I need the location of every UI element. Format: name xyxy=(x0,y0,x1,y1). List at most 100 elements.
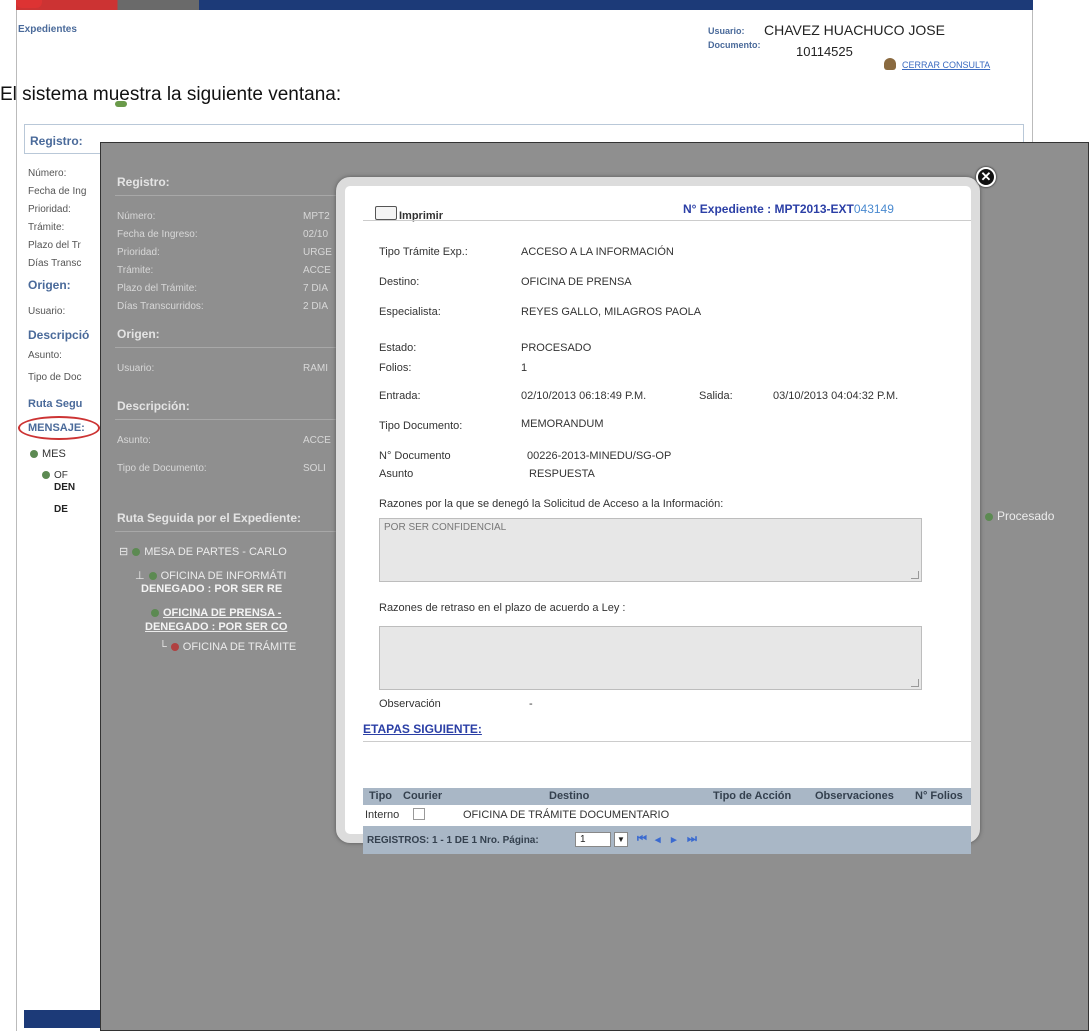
mid-field-value: ACCE xyxy=(303,265,331,276)
route-tree-status: DENEGADO : POR SER RE xyxy=(141,583,283,595)
estado-value: PROCESADO xyxy=(521,342,592,354)
mid-registro-title: Registro: xyxy=(117,175,170,189)
divider xyxy=(115,419,345,420)
mid-origen-title: Origen: xyxy=(117,327,160,341)
n-doc-label: N° Documento xyxy=(379,450,451,462)
status-dot-icon xyxy=(42,471,50,480)
procesado-legend: Procesado xyxy=(985,509,1054,523)
doc-number: 10114525 xyxy=(796,44,853,59)
status-dot-icon xyxy=(985,512,993,521)
tipo-doc-value: MEMORANDUM xyxy=(521,418,604,430)
status-dot-icon xyxy=(132,548,141,557)
mid-tipo-doc-value: SOLI xyxy=(303,463,326,474)
destino-label: Destino: xyxy=(379,276,420,288)
razones-label: Razones por la que se denegó la Solicitu… xyxy=(379,498,724,510)
leaf-icon xyxy=(115,101,127,107)
close-icon[interactable]: ✕ xyxy=(976,167,996,187)
resize-grip-icon[interactable] xyxy=(911,679,919,687)
user-label: Usuario: xyxy=(708,26,745,36)
route-tree-status: DENEGADO : POR SER CO xyxy=(145,621,288,633)
top-banner xyxy=(16,0,1033,10)
back-tipo-doc-label: Tipo de Doc xyxy=(28,372,82,383)
asunto-value: RESPUESTA xyxy=(529,468,595,480)
prev-page-icon[interactable]: ◂ xyxy=(655,833,661,846)
col-courier: Courier xyxy=(403,790,443,802)
back-asunto-label: Asunto: xyxy=(28,350,62,361)
retraso-textarea[interactable] xyxy=(379,626,922,690)
mid-tipo-doc-label: Tipo de Documento: xyxy=(117,463,207,474)
next-page-icon[interactable]: ▸ xyxy=(671,833,677,846)
destino-value: OFICINA DE PRENSA xyxy=(521,276,632,288)
back-registro-title: Registro: xyxy=(30,134,83,148)
mid-asunto-label: Asunto: xyxy=(117,435,151,446)
user-name: CHAVEZ HUACHUCO JOSE xyxy=(764,22,945,38)
back-tree-item: DE xyxy=(54,504,68,515)
caption-text: El sistema muestra la siguiente ventana: xyxy=(0,84,342,105)
back-field: Días Transc xyxy=(28,258,82,269)
last-page-icon[interactable]: ⏭ xyxy=(687,833,697,846)
row-destino: OFICINA DE TRÁMITE DOCUMENTARIO xyxy=(463,809,670,821)
razones-textarea[interactable]: POR SER CONFIDENCIAL xyxy=(379,518,922,582)
chevron-down-icon[interactable]: ▼ xyxy=(614,832,628,847)
entrada-value: 02/10/2013 06:18:49 P.M. xyxy=(521,390,647,402)
mid-field-value: MPT2 xyxy=(303,211,330,222)
table-row: Interno OFICINA DE TRÁMITE DOCUMENTARIO xyxy=(363,806,971,824)
col-tipo-accion: Tipo de Acción xyxy=(713,790,792,802)
mid-usuario-value: RAMI xyxy=(303,363,328,374)
divider xyxy=(363,741,971,742)
pager-text: REGISTROS: 1 - 1 DE 1 Nro. Página: xyxy=(367,835,539,846)
divider xyxy=(363,220,971,221)
observacion-label: Observación xyxy=(379,698,441,710)
back-mensaje-label[interactable]: MENSAJE: xyxy=(28,422,85,434)
salida-label: Salida: xyxy=(699,390,733,402)
salida-value: 03/10/2013 04:04:32 P.M. xyxy=(773,390,899,402)
folios-label: Folios: xyxy=(379,362,412,374)
resize-grip-icon[interactable] xyxy=(911,571,919,579)
back-field: Número: xyxy=(28,168,67,179)
col-destino: Destino xyxy=(549,790,590,802)
status-dot-icon xyxy=(151,609,159,618)
courier-checkbox[interactable] xyxy=(413,808,425,820)
app-title: Expedientes xyxy=(18,24,77,35)
back-tree-item: OF xyxy=(42,470,68,481)
route-tree-item[interactable]: ⊟ MESA DE PARTES - CARLO xyxy=(119,545,287,558)
footer-bar xyxy=(24,1010,104,1028)
mid-field-label: Fecha de Ingreso: xyxy=(117,229,198,240)
estado-label: Estado: xyxy=(379,342,417,354)
doc-label: Documento: xyxy=(708,40,761,50)
mid-field-label: Días Transcurridos: xyxy=(117,301,204,312)
table-header: Tipo Courier Destino Tipo de Acción Obse… xyxy=(363,788,971,805)
divider xyxy=(115,195,345,196)
status-dot-icon xyxy=(148,572,157,581)
col-folios: N° Folios xyxy=(915,790,963,802)
mid-ruta-title: Ruta Seguida por el Expediente: xyxy=(117,511,302,525)
back-origen-title: Origen: xyxy=(28,278,71,292)
mid-field-label: Número: xyxy=(117,211,156,222)
row-tipo: Interno xyxy=(365,809,400,821)
route-tree-item[interactable]: └ OFICINA DE TRÁMITE xyxy=(159,641,296,653)
back-field: Prioridad: xyxy=(28,204,71,215)
especialista-value: REYES GALLO, MILAGROS PAOLA xyxy=(521,306,702,318)
first-page-icon[interactable]: ⏮ xyxy=(637,833,647,846)
page-select[interactable]: 1 xyxy=(575,832,611,847)
mid-descripcion-title: Descripción: xyxy=(117,399,190,413)
status-dot-icon xyxy=(30,450,38,459)
printer-icon[interactable] xyxy=(375,206,397,220)
status-dot-icon xyxy=(170,643,179,652)
observacion-value: - xyxy=(529,698,533,710)
especialista-label: Especialista: xyxy=(379,306,441,318)
route-tree-item[interactable]: ⊥ OFICINA DE INFORMÁTI xyxy=(135,569,287,582)
n-doc-value: 00226-2013-MINEDU/SG-OP xyxy=(527,450,672,462)
mid-field-value: 7 DIA xyxy=(303,283,329,294)
back-tree-item: MES xyxy=(30,448,66,460)
mid-field-label: Plazo del Trámite: xyxy=(117,283,198,294)
route-tree-item[interactable]: OFICINA DE PRENSA - xyxy=(151,607,281,619)
entrada-label: Entrada: xyxy=(379,390,421,402)
back-descripcion-title: Descripció xyxy=(28,328,90,342)
pager-bar: REGISTROS: 1 - 1 DE 1 Nro. Página: 1 ▼ ⏮… xyxy=(363,826,971,854)
divider xyxy=(115,347,345,348)
col-tipo: Tipo xyxy=(369,790,393,802)
mid-field-label: Prioridad: xyxy=(117,247,160,258)
close-consult-link[interactable]: CERRAR CONSULTA xyxy=(902,60,990,70)
mid-field-value: URGE xyxy=(303,247,332,258)
